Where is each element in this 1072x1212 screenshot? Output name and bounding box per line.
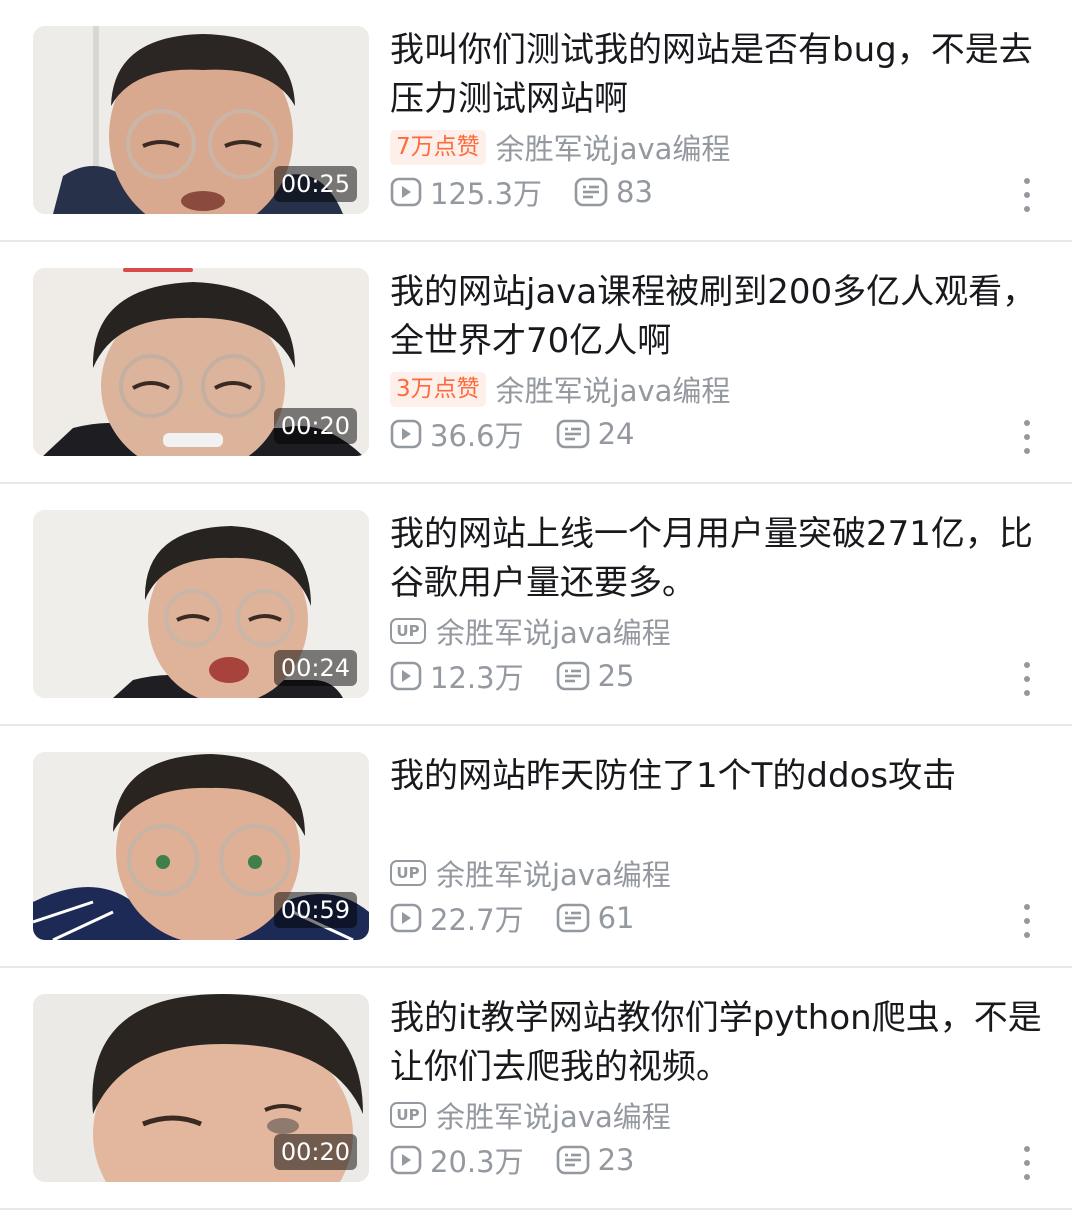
view-count: 22.7万	[390, 897, 524, 939]
video-meta: 3万点赞 余胜军说java编程	[390, 370, 730, 408]
view-count-text: 22.7万	[430, 903, 524, 937]
like-badge: 3万点赞	[390, 371, 486, 407]
danmaku-count-text: 61	[597, 901, 635, 935]
danmaku-count: 24	[556, 417, 635, 451]
danmaku-count: 23	[556, 1143, 635, 1177]
video-thumbnail[interactable]: 00:20	[33, 268, 369, 456]
view-count: 36.6万	[390, 413, 524, 455]
video-title[interactable]: 我叫你们测试我的网站是否有bug，不是去压力测试网站啊	[390, 26, 1050, 124]
video-thumbnail[interactable]: 00:25	[33, 26, 369, 214]
video-duration: 00:20	[273, 408, 357, 444]
play-count-icon	[390, 177, 422, 207]
danmaku-count: 83	[574, 175, 653, 209]
video-meta: 7万点赞 余胜军说java编程	[390, 128, 730, 166]
like-badge: 7万点赞	[390, 129, 486, 165]
more-vertical-icon[interactable]	[1020, 178, 1034, 212]
video-stats: 36.6万 24	[390, 414, 634, 454]
up-icon: UP	[390, 618, 426, 644]
view-count: 12.3万	[390, 655, 524, 697]
view-count-text: 20.3万	[430, 1145, 524, 1179]
video-meta: UP 余胜军说java编程	[390, 612, 671, 650]
more-vertical-icon[interactable]	[1020, 420, 1034, 454]
danmaku-count-icon	[556, 903, 589, 933]
more-vertical-icon[interactable]	[1020, 662, 1034, 696]
video-meta: UP 余胜军说java编程	[390, 1096, 671, 1134]
play-count-icon	[390, 419, 422, 449]
video-thumbnail[interactable]: 00:24	[33, 510, 369, 698]
video-card[interactable]: 00:20 我的it教学网站教你们学python爬虫，不是让你们去爬我的视频。 …	[0, 968, 1072, 1210]
danmaku-count-text: 24	[597, 417, 635, 451]
view-count-text: 12.3万	[430, 661, 524, 695]
author-name[interactable]: 余胜军说java编程	[436, 610, 671, 652]
video-list: 00:25 我叫你们测试我的网站是否有bug，不是去压力测试网站啊 7万点赞 余…	[0, 0, 1072, 1210]
view-count-text: 36.6万	[430, 419, 524, 453]
video-card[interactable]: 00:25 我叫你们测试我的网站是否有bug，不是去压力测试网站啊 7万点赞 余…	[0, 0, 1072, 242]
view-count: 20.3万	[390, 1139, 524, 1181]
video-duration: 00:20	[273, 1134, 357, 1170]
danmaku-count-icon	[556, 661, 589, 691]
video-thumbnail[interactable]: 00:59	[33, 752, 369, 940]
author-name[interactable]: 余胜军说java编程	[496, 126, 731, 168]
danmaku-count-text: 23	[597, 1143, 635, 1177]
danmaku-count-text: 83	[616, 175, 653, 209]
video-title[interactable]: 我的网站java课程被刷到200多亿人观看，全世界才70亿人啊	[390, 268, 1050, 366]
danmaku-count-icon	[556, 419, 589, 449]
video-title[interactable]: 我的it教学网站教你们学python爬虫，不是让你们去爬我的视频。	[390, 994, 1050, 1092]
view-count-text: 125.3万	[430, 177, 543, 211]
video-title[interactable]: 我的网站上线一个月用户量突破271亿，比谷歌用户量还要多。	[390, 510, 1050, 608]
view-count: 125.3万	[390, 171, 542, 213]
video-duration: 00:59	[273, 892, 357, 928]
play-count-icon	[390, 1145, 422, 1175]
video-stats: 20.3万 23	[390, 1140, 634, 1180]
video-card[interactable]: 00:24 我的网站上线一个月用户量突破271亿，比谷歌用户量还要多。 UP 余…	[0, 484, 1072, 726]
video-duration: 00:24	[273, 650, 357, 686]
danmaku-count-text: 25	[597, 659, 635, 693]
more-vertical-icon[interactable]	[1020, 1146, 1034, 1180]
play-count-icon	[390, 903, 422, 933]
author-name[interactable]: 余胜军说java编程	[436, 852, 671, 894]
danmaku-count-icon	[574, 177, 608, 207]
video-duration: 00:25	[273, 166, 357, 202]
author-name[interactable]: 余胜军说java编程	[436, 1094, 671, 1136]
video-card[interactable]: 00:59 我的网站昨天防住了1个T的ddos攻击 UP 余胜军说java编程 …	[0, 726, 1072, 968]
video-stats: 125.3万 83	[390, 172, 653, 212]
play-count-icon	[390, 661, 422, 691]
video-thumbnail[interactable]: 00:20	[33, 994, 369, 1182]
up-icon: UP	[390, 860, 426, 886]
video-stats: 22.7万 61	[390, 898, 634, 938]
up-icon: UP	[390, 1102, 426, 1128]
danmaku-count: 25	[556, 659, 635, 693]
video-meta: UP 余胜军说java编程	[390, 854, 671, 892]
video-card[interactable]: 00:20 我的网站java课程被刷到200多亿人观看，全世界才70亿人啊 3万…	[0, 242, 1072, 484]
author-name[interactable]: 余胜军说java编程	[496, 368, 731, 410]
more-vertical-icon[interactable]	[1020, 904, 1034, 938]
danmaku-count-icon	[556, 1145, 589, 1175]
video-title[interactable]: 我的网站昨天防住了1个T的ddos攻击	[390, 752, 1050, 801]
danmaku-count: 61	[556, 901, 635, 935]
video-stats: 12.3万 25	[390, 656, 634, 696]
